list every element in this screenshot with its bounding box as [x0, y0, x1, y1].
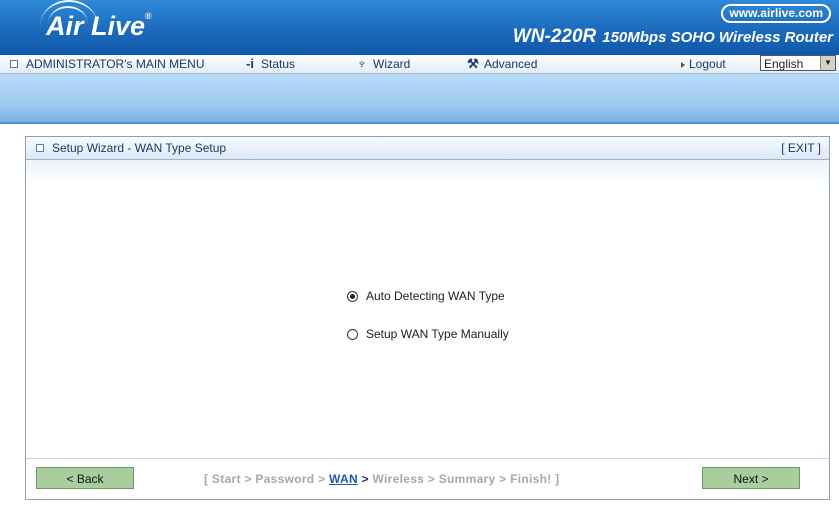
auto-detect-radio[interactable] [347, 290, 358, 302]
airlive-logo: Air Live® [46, 11, 152, 41]
advanced-tools-icon: ⚒ [467, 56, 479, 71]
manual-setup-radio[interactable] [347, 328, 358, 340]
header-banner: Air Live® www.airlive.com WN-220R 150Mbps… [0, 0, 839, 56]
wizard-panel: Setup Wizard - WAN Type Setup [ EXIT ] A… [25, 136, 830, 500]
logout-link[interactable]: Logout [681, 57, 726, 71]
menu-advanced-label: Advanced [484, 57, 538, 71]
steps-after: Wireless > Summary > Finish! ] [372, 472, 560, 486]
exit-link[interactable]: [ EXIT ] [781, 141, 821, 155]
header-band [0, 74, 839, 124]
panel-title-text: Setup Wizard - WAN Type Setup [52, 141, 227, 155]
menu-item-wizard[interactable]: ♆ Wizard [355, 56, 411, 72]
main-menu-bar: ADMINISTRATOR's MAIN MENU -i Status ♆ Wi… [0, 55, 839, 74]
model-name: WN-220R [512, 26, 597, 47]
option-auto-detect[interactable]: Auto Detecting WAN Type [347, 289, 505, 303]
menu-item-advanced[interactable]: ⚒ Advanced [466, 56, 538, 72]
option-manual-setup[interactable]: Setup WAN Type Manually [347, 327, 509, 341]
next-button[interactable]: Next > [702, 467, 800, 489]
website-link[interactable]: www.airlive.com [721, 4, 831, 23]
menu-main-label: ADMINISTRATOR's MAIN MENU [26, 57, 205, 71]
wizard-steps: [ Start > Password > WAN > Wireless > Su… [204, 472, 559, 486]
steps-before: [ Start > Password > [204, 472, 330, 486]
wizard-icon: ♆ [357, 56, 367, 71]
model-title: WN-220R 150Mbps SOHO Wireless Router [513, 26, 833, 48]
current-step: WAN [329, 472, 358, 486]
panel-subheader [26, 160, 829, 188]
panel-title: Setup Wizard - WAN Type Setup [36, 141, 226, 155]
steps-arrow: > [357, 472, 373, 486]
triangle-right-icon [681, 62, 685, 68]
dropdown-arrow-icon[interactable]: ▼ [820, 56, 835, 70]
square-bullet-icon [10, 60, 18, 68]
language-select[interactable]: English ▼ [760, 55, 836, 71]
language-value: English [764, 57, 804, 71]
model-description: 150Mbps SOHO Wireless Router [602, 29, 833, 46]
status-info-icon: -i [246, 56, 254, 71]
menu-item-main[interactable]: ADMINISTRATOR's MAIN MENU [10, 57, 205, 71]
logout-label: Logout [689, 57, 726, 71]
wizard-footer: < Back [ Start > Password > WAN > Wirele… [26, 458, 829, 499]
menu-status-label: Status [261, 57, 296, 71]
menu-item-status[interactable]: -i Status [243, 56, 296, 72]
back-button[interactable]: < Back [36, 467, 134, 489]
auto-detect-label: Auto Detecting WAN Type [366, 289, 505, 303]
menu-wizard-label: Wizard [373, 57, 411, 71]
square-bullet-icon [36, 144, 44, 152]
manual-setup-label: Setup WAN Type Manually [366, 327, 509, 341]
panel-title-bar: Setup Wizard - WAN Type Setup [ EXIT ] [26, 137, 829, 160]
